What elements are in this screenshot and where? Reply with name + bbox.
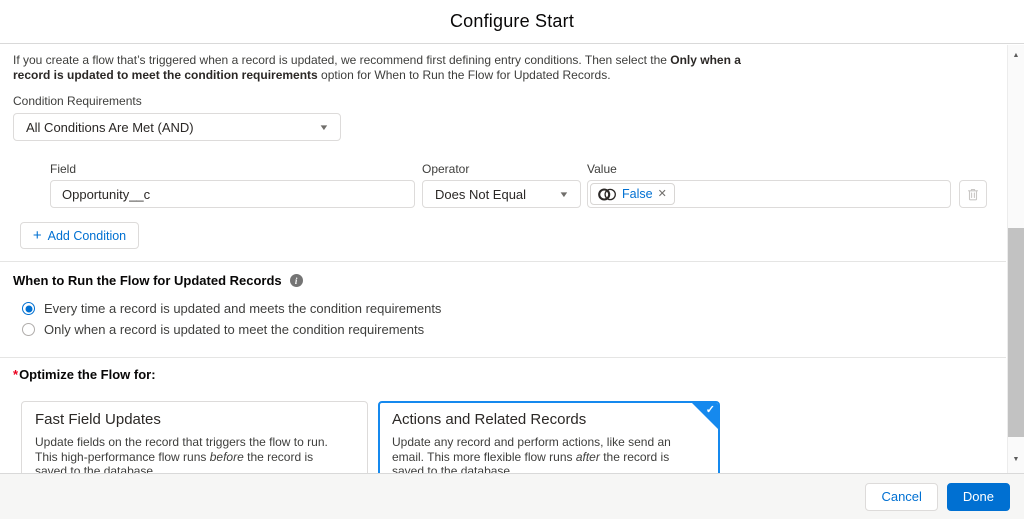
card-fast-field-updates[interactable]: Fast Field Updates Update fields on the … — [21, 401, 368, 473]
value-input[interactable]: False ✕ — [587, 180, 951, 208]
check-icon: ✓ — [705, 404, 715, 416]
intro-text: If you create a flow that’s triggered wh… — [13, 53, 773, 83]
optimize-label: *Optimize the Flow for: — [13, 367, 1006, 382]
card-actions-and-related-records[interactable]: ✓ Actions and Related Records Update any… — [378, 401, 720, 473]
add-condition-label: Add Condition — [47, 228, 127, 243]
add-condition-button[interactable]: + Add Condition — [20, 222, 139, 249]
dialog-footer: Cancel Done — [0, 473, 1024, 519]
optimize-label-text: Optimize the Flow for: — [19, 367, 156, 382]
scrollbar-thumb[interactable] — [1008, 228, 1024, 437]
card-body: Update fields on the record that trigger… — [35, 435, 345, 473]
dialog-content: If you create a flow that’s triggered wh… — [0, 45, 1006, 473]
radio-option-label[interactable]: Every time a record is updated and meets… — [44, 301, 441, 316]
section-divider — [0, 261, 1006, 262]
dialog-header: Configure Start — [0, 0, 1024, 44]
required-asterisk: * — [13, 367, 19, 382]
value-pill[interactable]: False ✕ — [590, 183, 675, 205]
card-title: Fast Field Updates — [35, 411, 161, 428]
condition-requirements-value: All Conditions Are Met (AND) — [26, 119, 194, 135]
operator-select[interactable]: Does Not Equal ▼ — [422, 180, 581, 208]
card-title: Actions and Related Records — [392, 411, 587, 428]
radio-unselected-icon[interactable] — [22, 323, 35, 336]
plus-icon: + — [32, 227, 42, 244]
chevron-down-icon: ▼ — [318, 122, 330, 132]
page-title: Configure Start — [449, 11, 575, 31]
info-icon[interactable]: i — [289, 274, 303, 287]
section-divider — [0, 357, 1006, 358]
radio-selected-icon[interactable] — [22, 302, 35, 315]
trash-icon — [967, 188, 979, 201]
condition-requirements-select[interactable]: All Conditions Are Met (AND) ▼ — [13, 113, 341, 141]
operator-value: Does Not Equal — [435, 186, 527, 202]
done-button[interactable]: Done — [946, 482, 1010, 511]
delete-condition-button[interactable] — [959, 180, 987, 208]
scroll-up-icon[interactable]: ▲ — [1008, 47, 1024, 63]
radio-option-only-when[interactable]: Only when a record is updated to meet th… — [22, 322, 1006, 337]
when-to-run-label: When to Run the Flow for Updated Records — [13, 273, 282, 288]
card-body-italic: before — [209, 449, 244, 464]
intro-part2: option for When to Run the Flow for Upda… — [317, 68, 611, 82]
radio-option-every-time[interactable]: Every time a record is updated and meets… — [22, 301, 1006, 316]
card-body-italic: after — [575, 449, 600, 464]
cancel-button[interactable]: Cancel — [865, 482, 938, 511]
value-label: Value — [587, 162, 617, 176]
operator-label: Operator — [422, 162, 470, 176]
condition-requirements-label: Condition Requirements — [13, 94, 142, 108]
toggle-icon — [598, 187, 616, 201]
chevron-down-icon: ▼ — [558, 189, 570, 199]
value-pill-label: False — [622, 187, 653, 201]
remove-pill-icon[interactable]: ✕ — [658, 188, 667, 200]
radio-option-label[interactable]: Only when a record is updated to meet th… — [44, 322, 424, 337]
field-label: Field — [50, 162, 77, 176]
field-input[interactable] — [50, 180, 415, 208]
scroll-down-icon[interactable]: ▼ — [1008, 451, 1024, 467]
card-body: Update any record and perform actions, l… — [392, 435, 702, 473]
condition-row: Field Operator Does Not Equal ▼ Value Fa… — [50, 162, 1006, 208]
intro-part1: If you create a flow that’s triggered wh… — [13, 53, 671, 67]
vertical-scrollbar[interactable]: ▲ ▼ — [1007, 45, 1024, 473]
